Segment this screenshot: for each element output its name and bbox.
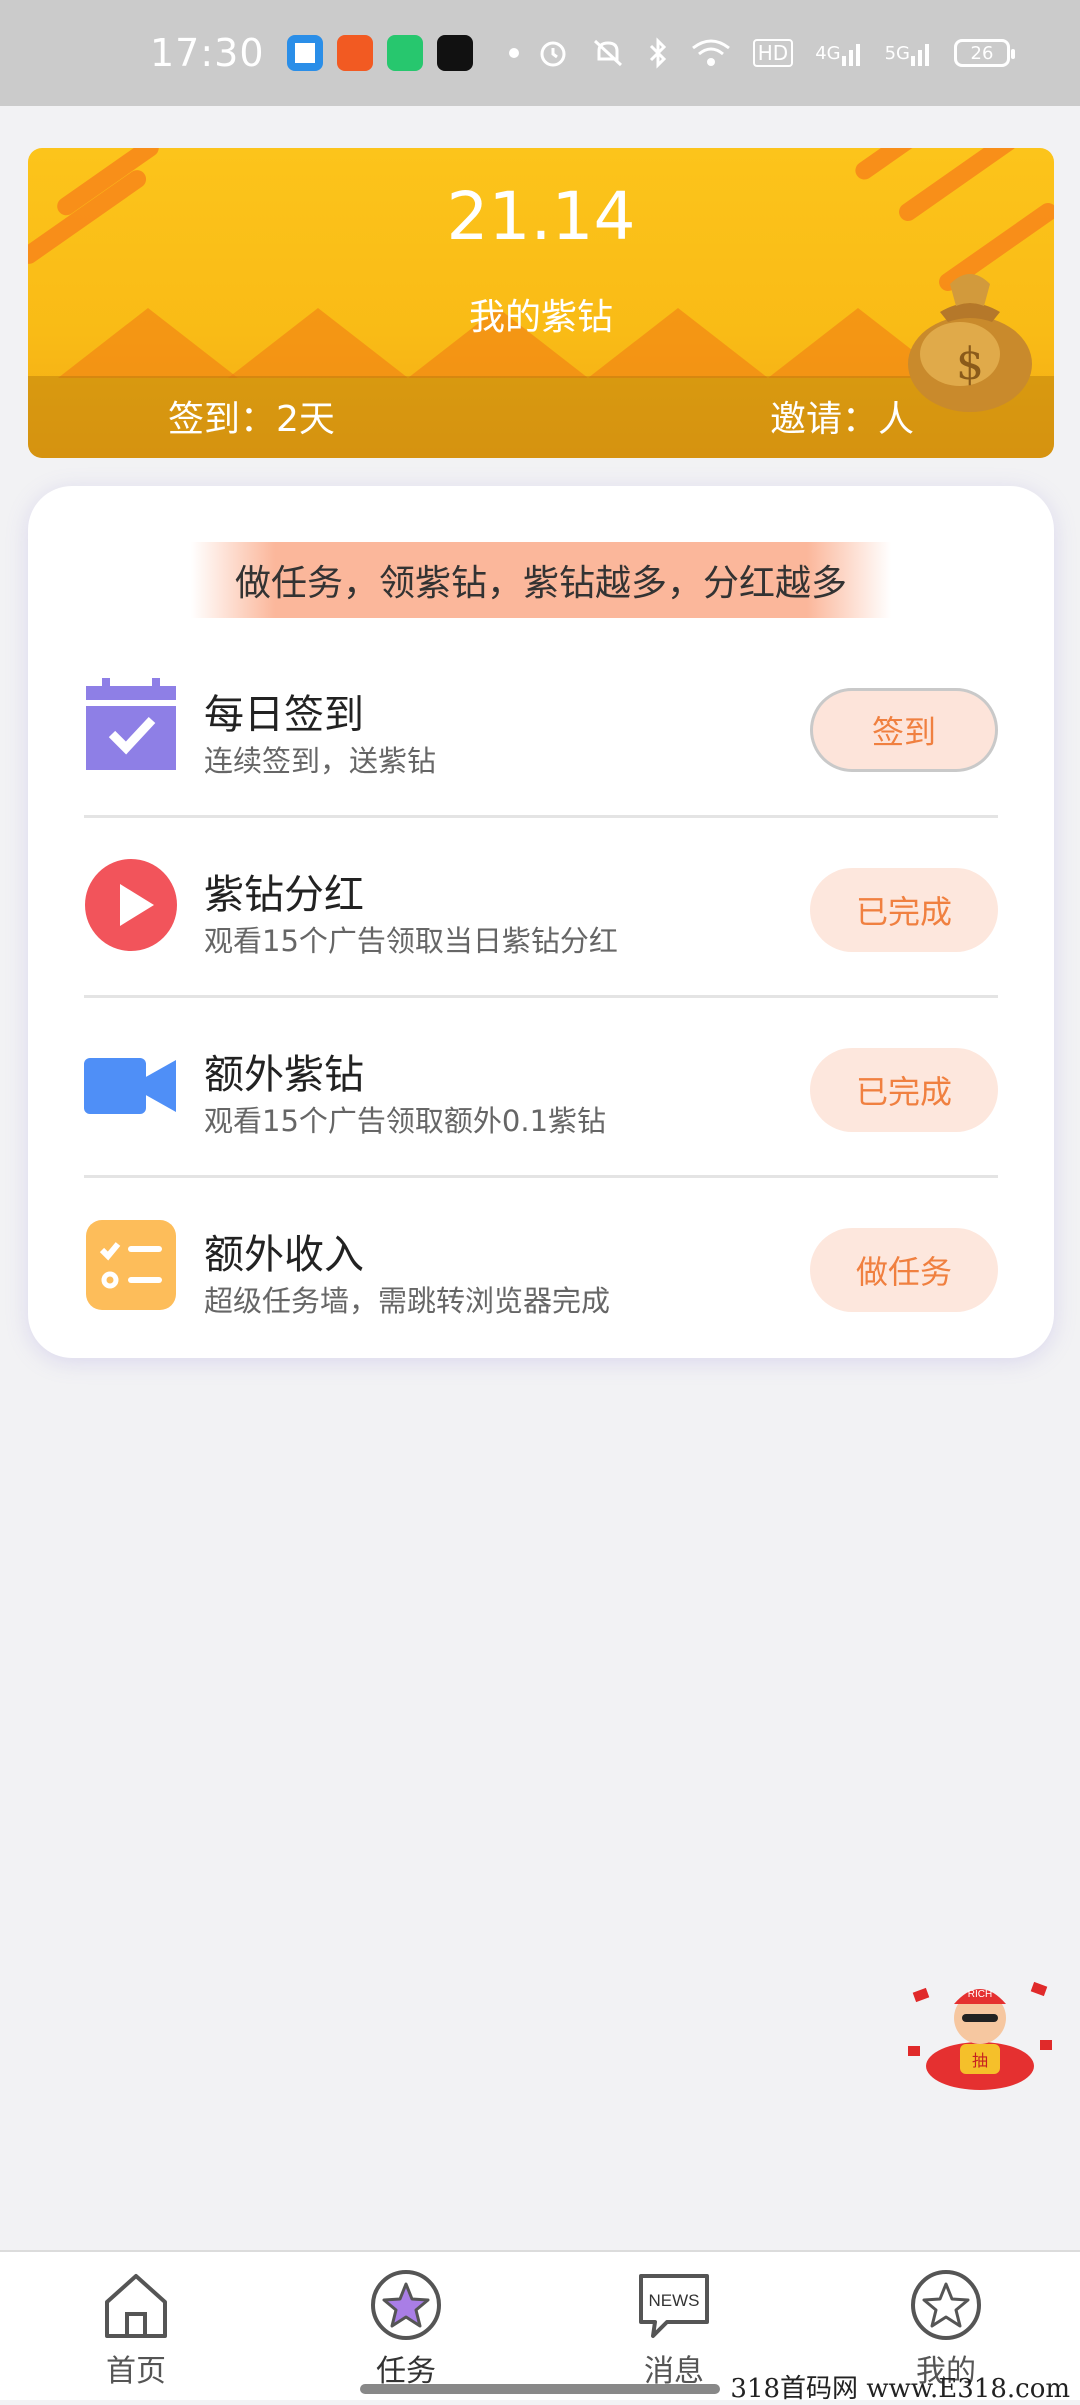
extra-diamond-done-button[interactable]: 已完成	[810, 1048, 998, 1132]
news-badge-text: NEWS	[649, 2291, 700, 2310]
task-list-icon	[86, 1220, 176, 1310]
nav-item-messages[interactable]: NEWS 消息	[604, 2268, 744, 2390]
sign-in-days[interactable]: 签到：2天	[168, 390, 335, 442]
task-description: 超级任务墙，需跳转浏览器完成	[204, 1284, 611, 1318]
task-row-dividend: 紫钻分红 观看15个广告领取当日紫钻分红 已完成	[84, 818, 998, 998]
signal-4g-icon: 4G	[815, 40, 862, 66]
checkin-button[interactable]: 签到	[810, 688, 998, 772]
dot-icon	[508, 48, 519, 58]
play-icon	[85, 859, 177, 951]
dividend-done-button[interactable]: 已完成	[810, 868, 998, 952]
app-notification-icon	[336, 35, 373, 71]
task-description: 观看15个广告领取当日紫钻分红	[204, 924, 618, 958]
nav-item-home[interactable]: 首页	[66, 2268, 206, 2390]
task-slogan: 做任务，领紫钻，紫钻越多，分红越多	[190, 542, 891, 618]
task-title: 每日签到	[204, 692, 364, 738]
balance-value: 21.14	[446, 178, 636, 255]
star-circle-icon	[371, 2270, 441, 2340]
wifi-icon	[691, 38, 731, 68]
calendar-check-icon	[86, 678, 176, 770]
mascot-rich-label: RICH	[968, 1989, 992, 2000]
home-icon	[105, 2274, 167, 2338]
tiktok-notification-icon	[436, 35, 473, 71]
task-row-extra-income: 额外收入 超级任务墙，需跳转浏览器完成 做任务	[84, 1178, 998, 1358]
home-indicator[interactable]	[360, 2384, 720, 2394]
task-description: 连续签到，送紫钻	[204, 744, 437, 778]
balance-banner: 21.14 我的紫钻 签到：2天 邀请：人 $	[28, 148, 1054, 458]
task-row-extra-diamond: 额外紫钻 观看15个广告领取额外0.1紫钻 已完成	[84, 998, 998, 1178]
status-time: 17:30	[150, 31, 265, 75]
money-bag-icon: $	[908, 274, 1032, 412]
task-row-daily-checkin: 每日签到 连续签到，送紫钻 签到	[84, 638, 998, 818]
hd-icon: HD	[752, 39, 794, 67]
task-title: 紫钻分红	[204, 872, 364, 918]
watermark: 318首码网 www.E318.com	[730, 2374, 1070, 2404]
mascot-hongbao-label: 抽	[972, 2051, 988, 2070]
network-5g-label: 5G	[884, 42, 910, 64]
nav-label: 首页	[106, 2354, 166, 2389]
status-icons: HD 4G 5G 26	[537, 0, 1015, 106]
alarm-icon	[537, 37, 569, 69]
task-title: 额外收入	[204, 1232, 364, 1278]
nav-item-tasks[interactable]: 任务	[336, 2268, 476, 2390]
status-bar: 17:30 HD 4G 5G 26	[0, 0, 1080, 106]
task-title: 额外紫钻	[204, 1052, 364, 1098]
app-notification-icon	[286, 35, 323, 71]
task-description: 观看15个广告领取额外0.1紫钻	[204, 1104, 607, 1138]
lottery-mascot-icon[interactable]: RICH 抽	[900, 1970, 1060, 2090]
app-notification-icon	[386, 35, 423, 71]
star-outline-icon	[911, 2270, 981, 2340]
bluetooth-icon	[647, 37, 669, 69]
svg-text:$: $	[956, 339, 984, 390]
network-4g-label: 4G	[815, 42, 841, 64]
do-task-button[interactable]: 做任务	[810, 1228, 998, 1312]
invite-count[interactable]: 邀请：人	[770, 390, 914, 442]
slogan-wrap: 做任务，领紫钻，紫钻越多，分红越多	[28, 542, 1054, 618]
mute-icon	[591, 37, 625, 69]
video-camera-icon	[84, 1058, 176, 1114]
task-card: 做任务，领紫钻，紫钻越多，分红越多 每日签到 连续签到，送紫钻 签到 紫钻分红 …	[28, 486, 1054, 1358]
signal-5g-icon: 5G	[885, 40, 932, 66]
battery-icon: 26	[954, 39, 1015, 67]
news-icon: NEWS	[639, 2274, 709, 2338]
